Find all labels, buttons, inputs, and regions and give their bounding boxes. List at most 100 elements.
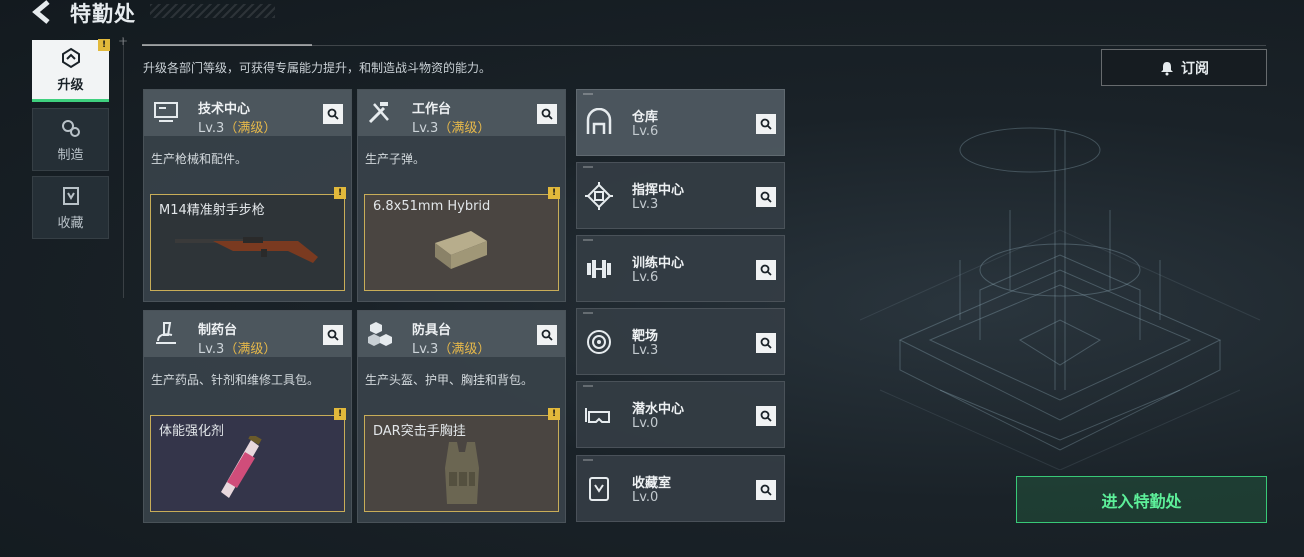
department-level: Lv.0 (632, 416, 659, 431)
maxed-label: （满级） (438, 121, 491, 136)
product-slot[interactable]: 体能强化剂 (150, 415, 345, 512)
subscribe-label: 订阅 (1181, 60, 1209, 77)
product-name: M14精准射手步枪 (159, 203, 265, 218)
department-diving-center[interactable]: 潜水中心 Lv.0 (576, 381, 785, 448)
department-level: Lv.6 (632, 124, 659, 139)
divider (123, 38, 124, 298)
cubes-icon (368, 322, 392, 346)
syringe-image (221, 436, 262, 498)
upgrade-icon (61, 47, 80, 68)
department-collection-room[interactable]: 收藏室 Lv.0 (576, 455, 785, 522)
header-decoration (150, 4, 275, 18)
alert-badge: ! (334, 408, 346, 420)
dumbbell-icon (587, 260, 611, 278)
product-name: 6.8x51mm Hybrid (373, 199, 491, 214)
chip-icon (585, 182, 613, 210)
computer-icon (154, 102, 178, 122)
facility-card-armory[interactable]: 防具台 Lv.3（满级） 生产头盔、护甲、胸挂和背包。 DAR突击手胸挂 ! (357, 310, 566, 523)
tab-upgrade-label: 升级 (57, 77, 84, 93)
facility-card-workbench[interactable]: 工作台 Lv.3（满级） 生产子弹。 6.8x51mm Hybrid ! (357, 89, 566, 302)
facility-card-tech-center[interactable]: 技术中心 Lv.3（满级） 生产枪械和配件。 M14精准射手步枪 ! (143, 89, 352, 302)
search-button[interactable] (323, 325, 343, 345)
search-icon (760, 484, 772, 496)
facility-description: 生产枪械和配件。 (151, 152, 248, 166)
search-icon (760, 264, 772, 276)
search-button[interactable] (537, 104, 557, 124)
target-icon (587, 330, 611, 354)
subscribe-button[interactable]: 订阅 (1101, 49, 1267, 86)
search-icon (327, 329, 339, 341)
maxed-label: （满级） (224, 121, 277, 136)
search-button[interactable] (756, 260, 776, 280)
facility-name: 技术中心 (198, 102, 251, 117)
facility-description: 生产药品、针剂和维修工具包。 (151, 373, 320, 387)
department-level: Lv.6 (632, 270, 659, 285)
product-slot[interactable]: 6.8x51mm Hybrid (364, 194, 559, 291)
back-arrow-icon[interactable] (30, 0, 56, 24)
search-button[interactable] (756, 480, 776, 500)
maxed-label: （满级） (224, 342, 277, 357)
search-button[interactable] (756, 406, 776, 426)
page-title: 特勤处 (70, 2, 136, 26)
maxed-label: （满级） (438, 342, 491, 357)
facility-name: 工作台 (412, 102, 452, 117)
department-shooting-range[interactable]: 靶场 Lv.3 (576, 308, 785, 375)
search-icon (760, 191, 772, 203)
department-level: Lv.3 (632, 343, 659, 358)
alert-badge: ! (548, 408, 560, 420)
facility-card-pharmacy[interactable]: 制药台 Lv.3（满级） 生产药品、针剂和维修工具包。 体能强化剂 ! (143, 310, 352, 523)
hammer-wrench-icon (368, 102, 389, 124)
department-warehouse[interactable]: 仓库 Lv.6 (576, 89, 785, 156)
divider-accent (142, 44, 312, 46)
corner-mark (583, 459, 593, 461)
department-name: 指挥中心 (632, 183, 685, 198)
rifle-image (175, 237, 318, 263)
tab-craft[interactable]: 制造 (32, 108, 109, 171)
tab-collection[interactable]: 收藏 (32, 176, 109, 239)
department-name: 训练中心 (632, 256, 685, 271)
search-button[interactable] (537, 325, 557, 345)
department-training-center[interactable]: 训练中心 Lv.6 (576, 235, 785, 302)
department-name: 仓库 (632, 110, 659, 125)
plus-decoration: + (118, 34, 129, 48)
facility-level: Lv.3（满级） (198, 342, 277, 357)
corner-mark (583, 239, 593, 241)
microscope-icon (156, 322, 176, 344)
search-button[interactable] (756, 114, 776, 134)
department-name: 收藏室 (632, 476, 672, 491)
department-level: Lv.0 (632, 490, 659, 505)
search-icon (541, 108, 553, 120)
ammo-box-image (435, 231, 487, 269)
page-description: 升级各部门等级，可获得专属能力提升，和制造战斗物资的能力。 (143, 61, 492, 75)
tab-upgrade[interactable]: 升级 ! (32, 39, 110, 102)
product-name: DAR突击手胸挂 (373, 424, 466, 439)
bell-icon (1161, 61, 1173, 75)
department-command-center[interactable]: 指挥中心 Lv.3 (576, 162, 785, 229)
facility-level: Lv.3（满级） (198, 121, 277, 136)
department-level: Lv.3 (632, 197, 659, 212)
facility-name: 防具台 (412, 323, 452, 338)
alert-badge: ! (98, 39, 110, 51)
product-slot[interactable]: DAR突击手胸挂 (364, 415, 559, 512)
alert-badge: ! (548, 187, 560, 199)
facility-description: 生产头盔、护甲、胸挂和背包。 (365, 373, 534, 387)
base-building-illustration (860, 127, 1261, 470)
department-name: 靶场 (632, 329, 659, 344)
enter-special-ops-button[interactable]: 进入特勤处 (1016, 476, 1267, 523)
diving-mask-icon (585, 408, 610, 423)
product-slot[interactable]: M14精准射手步枪 (150, 194, 345, 291)
collection-icon (62, 186, 79, 205)
facility-level: Lv.3（满级） (412, 342, 491, 357)
gears-icon (61, 119, 80, 137)
facility-description: 生产子弹。 (365, 152, 426, 166)
top-bar: 特勤处 (0, 0, 280, 26)
search-button[interactable] (756, 187, 776, 207)
search-icon (327, 108, 339, 120)
search-icon (760, 337, 772, 349)
search-icon (541, 329, 553, 341)
collection-icon (589, 477, 609, 501)
search-button[interactable] (323, 104, 343, 124)
facility-level: Lv.3（满级） (412, 121, 491, 136)
search-button[interactable] (756, 333, 776, 353)
tab-craft-label: 制造 (57, 147, 84, 163)
